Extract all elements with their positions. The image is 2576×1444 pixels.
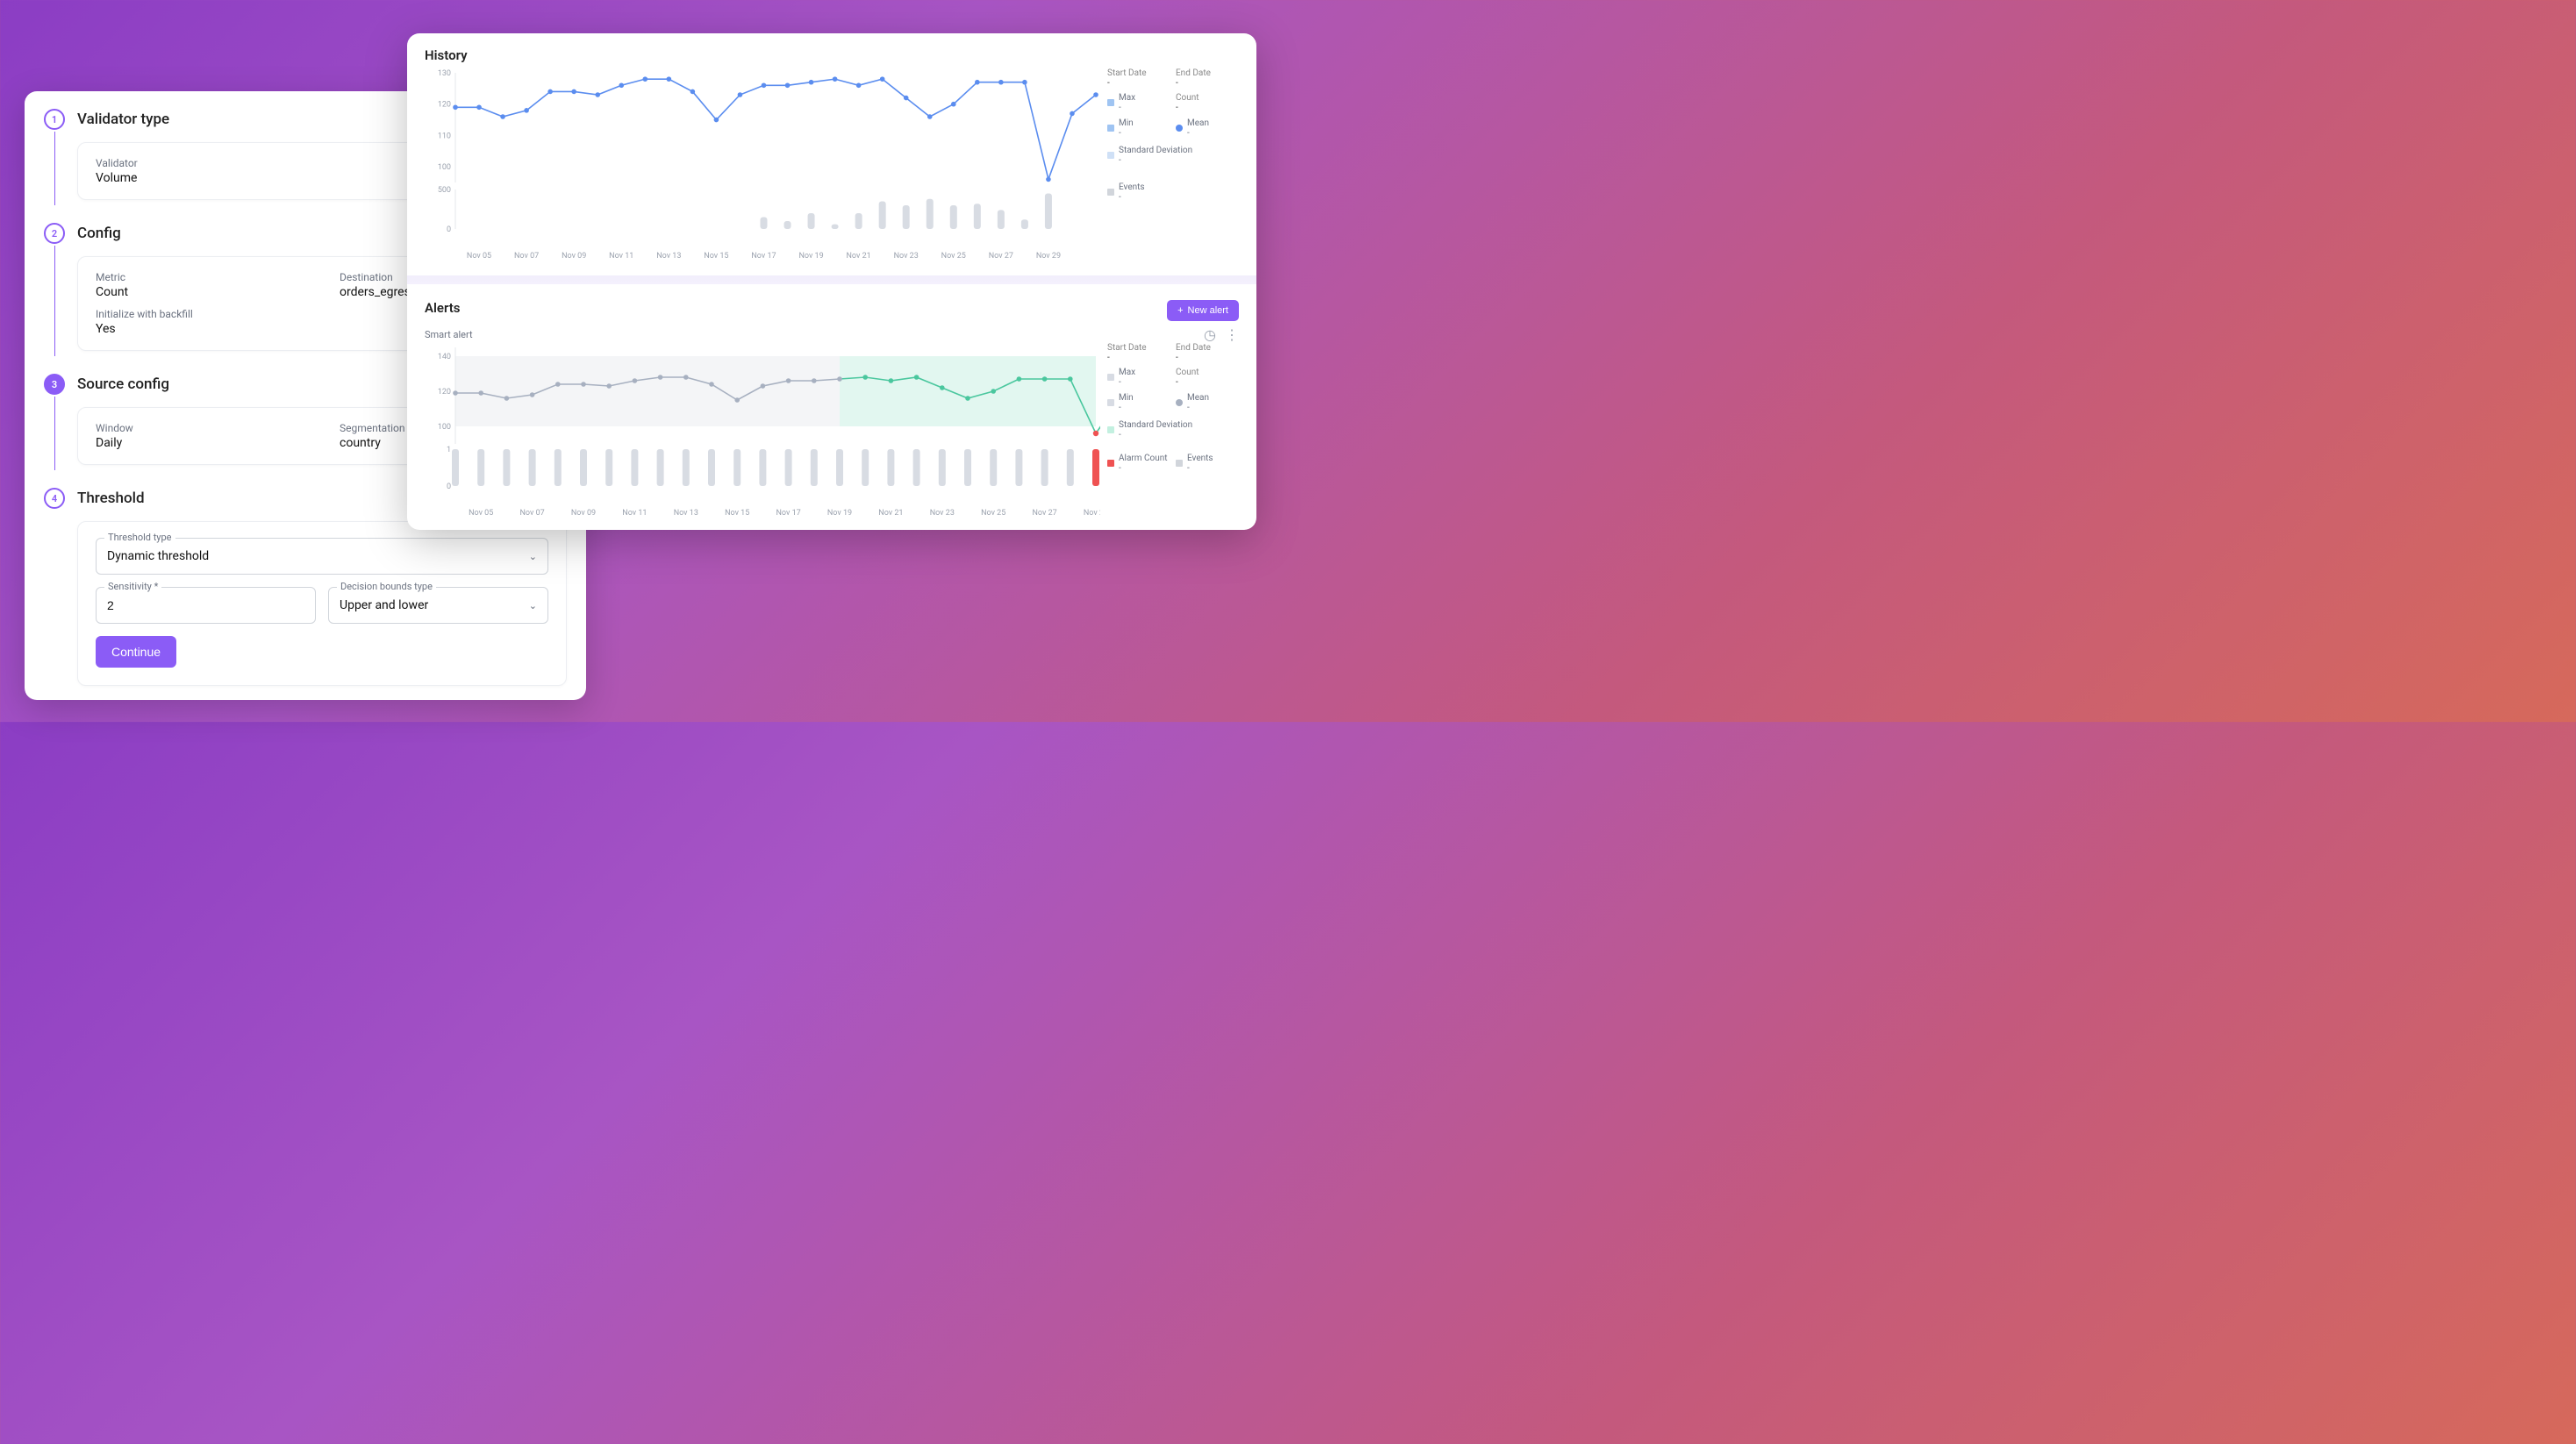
svg-text:Nov 15: Nov 15 <box>704 252 728 261</box>
chevron-down-icon: ⌄ <box>529 600 537 611</box>
svg-text:Nov 27: Nov 27 <box>1032 509 1056 518</box>
value-window: Daily <box>96 436 304 450</box>
step-connector <box>54 397 55 470</box>
svg-text:120: 120 <box>438 101 451 110</box>
step-connector <box>54 246 55 356</box>
step-badge-2: 2 <box>44 223 65 244</box>
svg-text:Nov 17: Nov 17 <box>751 252 776 261</box>
step-badge-4: 4 <box>44 488 65 509</box>
svg-text:Nov 13: Nov 13 <box>674 509 698 518</box>
alerts-legend: Start Date- End Date- Max- Count- Min- M… <box>1107 343 1239 522</box>
history-panel: History 100 110 120 130 500 0 Nov 05 Nov 07 Nov … <box>407 33 1256 272</box>
new-alert-button[interactable]: + New alert <box>1167 300 1239 321</box>
svg-text:Nov 07: Nov 07 <box>514 252 539 261</box>
svg-text:Nov 15: Nov 15 <box>725 509 749 518</box>
svg-text:Nov 29: Nov 29 <box>1084 509 1100 518</box>
step-body-form: Threshold type Dynamic threshold ⌄ Sensi… <box>77 521 567 686</box>
svg-text:100: 100 <box>438 423 451 432</box>
decision-bounds-select[interactable]: Upper and lower ⌄ <box>328 587 548 624</box>
threshold-type-select[interactable]: Dynamic threshold ⌄ <box>96 538 548 575</box>
label-sensitivity: Sensitivity * <box>104 581 161 592</box>
svg-text:Nov 23: Nov 23 <box>894 252 919 261</box>
label-decision-bounds: Decision bounds type <box>337 581 436 592</box>
value-metric: Count <box>96 285 304 299</box>
svg-text:0: 0 <box>447 483 451 491</box>
svg-text:110: 110 <box>438 132 451 140</box>
clock-icon[interactable]: ◷ <box>1204 326 1216 343</box>
continue-button[interactable]: Continue <box>96 636 176 668</box>
svg-text:0: 0 <box>447 225 451 234</box>
more-icon[interactable]: ⋮ <box>1225 326 1239 343</box>
svg-text:Nov 19: Nov 19 <box>798 252 823 261</box>
history-title: History <box>425 47 1239 63</box>
svg-text:Nov 21: Nov 21 <box>847 252 871 261</box>
step-badge-3: 3 <box>44 374 65 395</box>
step-connector <box>54 132 55 205</box>
svg-text:1: 1 <box>447 446 451 454</box>
label-threshold-type: Threshold type <box>104 532 175 543</box>
svg-text:Nov 05: Nov 05 <box>467 252 491 261</box>
svg-text:Nov 29: Nov 29 <box>1036 252 1061 261</box>
svg-text:Nov 09: Nov 09 <box>571 509 596 518</box>
svg-text:Nov 25: Nov 25 <box>941 252 966 261</box>
history-chart: 100 110 120 130 500 0 Nov 05 Nov 07 Nov 09 Nov 11… <box>425 68 1100 265</box>
svg-text:130: 130 <box>438 69 451 78</box>
svg-text:Nov 05: Nov 05 <box>469 509 493 518</box>
svg-text:500: 500 <box>438 186 451 195</box>
alerts-header: Alerts + New alert <box>407 288 1256 323</box>
step-badge-1: 1 <box>44 109 65 130</box>
threshold-type-value: Dynamic threshold <box>107 549 209 563</box>
svg-text:Nov 11: Nov 11 <box>609 252 633 261</box>
svg-text:140: 140 <box>438 353 451 361</box>
alerts-chart: 100 120 140 1 0 Nov 05 Nov 07 Nov 09 Nov 11 Nov 1… <box>425 343 1100 522</box>
chevron-down-icon: ⌄ <box>529 551 537 562</box>
svg-text:Nov 17: Nov 17 <box>776 509 800 518</box>
sensitivity-input[interactable] <box>96 587 316 624</box>
svg-text:Nov 07: Nov 07 <box>519 509 544 518</box>
panel-divider <box>407 275 1256 284</box>
svg-text:Nov 19: Nov 19 <box>827 509 852 518</box>
charts-card: History 100 110 120 130 500 0 Nov 05 Nov 07 Nov … <box>407 33 1256 530</box>
history-legend: Start Date- End Date- Max- Count- Min- M… <box>1107 68 1239 265</box>
svg-text:Nov 27: Nov 27 <box>989 252 1013 261</box>
plus-icon: + <box>1177 305 1183 316</box>
svg-text:100: 100 <box>438 163 451 172</box>
smart-alert-label: Smart alert <box>425 329 473 340</box>
svg-text:Nov 23: Nov 23 <box>930 509 955 518</box>
alerts-title: Alerts <box>425 300 461 316</box>
svg-text:Nov 21: Nov 21 <box>878 509 903 518</box>
svg-text:Nov 25: Nov 25 <box>981 509 1005 518</box>
decision-bounds-value: Upper and lower <box>340 598 428 612</box>
svg-text:Nov 09: Nov 09 <box>562 252 586 261</box>
svg-text:Nov 11: Nov 11 <box>622 509 647 518</box>
svg-text:Nov 13: Nov 13 <box>656 252 681 261</box>
new-alert-label: New alert <box>1188 305 1228 316</box>
label-window: Window <box>96 422 304 434</box>
label-metric: Metric <box>96 271 304 283</box>
svg-text:120: 120 <box>438 388 451 397</box>
